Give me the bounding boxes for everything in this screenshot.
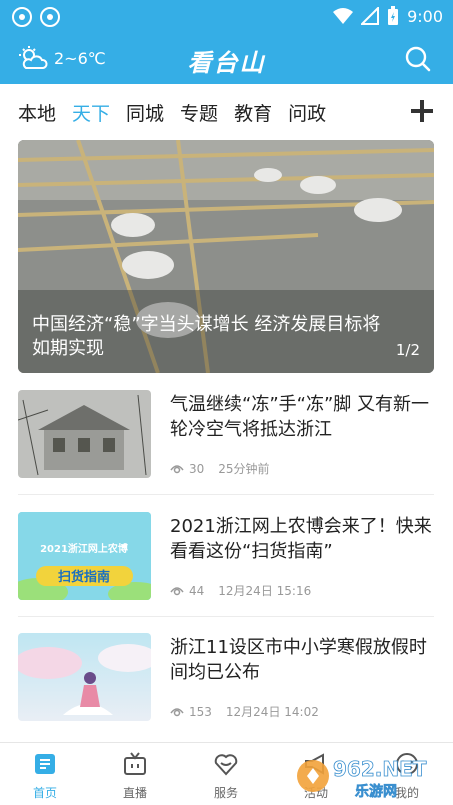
signal-icon bbox=[361, 7, 380, 25]
tv-icon bbox=[124, 752, 146, 775]
weather-temperature: 2~6℃ bbox=[54, 48, 106, 68]
news-item[interactable]: 气温继续“冻”手“冻”脚 又有新一轮冷空气将抵达浙江 30 25分钟前 bbox=[18, 390, 434, 500]
eye-icon bbox=[170, 464, 184, 473]
news-time: 12月24日 15:16 bbox=[218, 584, 312, 598]
news-title: 气温继续“冻”手“冻”脚 又有新一轮冷空气将抵达浙江 bbox=[170, 394, 430, 440]
watermark-subtitle: 乐游网 bbox=[355, 783, 397, 800]
divider bbox=[18, 616, 434, 617]
news-view-count: 30 bbox=[189, 461, 205, 476]
wifi-icon bbox=[333, 8, 354, 24]
tab-education[interactable]: 教育 bbox=[234, 99, 272, 126]
banner-pager: 1/2 bbox=[395, 341, 420, 359]
news-view-count: 44 bbox=[189, 583, 205, 598]
weather-widget[interactable]: 2~6℃ bbox=[18, 46, 106, 70]
news-title: 2021浙江网上农博会来了！快来看看这份“扫货指南” bbox=[170, 516, 432, 562]
banner-caption: 中国经济“稳”字当头谋增长 经济发展目标将如期实现 bbox=[32, 314, 381, 359]
status-time: 9:00 bbox=[407, 6, 443, 26]
site-watermark: 962.NET 乐游网 bbox=[297, 757, 427, 800]
news-view-count: 153 bbox=[189, 704, 212, 719]
eye-icon bbox=[170, 586, 184, 595]
nav-home[interactable]: 首页 bbox=[10, 751, 80, 801]
eye-icon bbox=[170, 707, 184, 716]
notification-icon bbox=[12, 7, 32, 27]
news-thumbnail: 2021浙江网上农博 扫货指南 bbox=[18, 512, 151, 600]
nav-label: 直播 bbox=[122, 786, 147, 800]
tab-local[interactable]: 本地 bbox=[18, 99, 56, 126]
news-time: 12月24日 14:02 bbox=[225, 705, 319, 719]
cloud-sun-icon bbox=[19, 46, 48, 69]
nav-label: 服务 bbox=[213, 786, 238, 800]
tab-city[interactable]: 同城 bbox=[126, 99, 164, 126]
home-icon bbox=[35, 754, 55, 774]
news-title: 浙江11设区市中小学寒假放假时间均已公布 bbox=[170, 637, 427, 683]
tab-world[interactable]: 天下 bbox=[72, 99, 110, 126]
search-icon[interactable] bbox=[405, 46, 431, 72]
nav-label: 首页 bbox=[32, 786, 57, 800]
news-thumbnail bbox=[18, 633, 151, 721]
watermark-brand: 962.NET bbox=[333, 757, 427, 781]
thumb-text-line1: 2021浙江网上农博 bbox=[40, 542, 128, 555]
add-channel-icon[interactable] bbox=[411, 100, 433, 122]
news-thumbnail bbox=[18, 390, 151, 478]
news-time: 25分钟前 bbox=[218, 462, 270, 476]
divider bbox=[18, 494, 434, 495]
app-header: 2~6℃ 看台山 bbox=[0, 34, 453, 84]
nav-service[interactable]: 服务 bbox=[191, 751, 261, 801]
notification-icon bbox=[40, 7, 60, 27]
heart-icon bbox=[214, 754, 238, 776]
status-bar: 9:00 bbox=[0, 0, 453, 34]
tab-politics[interactable]: 问政 bbox=[288, 99, 326, 126]
nav-live[interactable]: 直播 bbox=[100, 751, 170, 801]
news-item[interactable]: 2021浙江网上农博 扫货指南 2021浙江网上农博会来了！快来看看这份“扫货指… bbox=[18, 512, 434, 622]
channel-tabs: 本地 天下 同城 专题 教育 问政 bbox=[0, 84, 453, 140]
thumb-text-line2: 扫货指南 bbox=[58, 569, 110, 585]
headline-banner[interactable]: 中国经济“稳”字当头谋增长 经济发展目标将如期实现 1/2 bbox=[18, 140, 434, 373]
tab-topics[interactable]: 专题 bbox=[180, 99, 218, 126]
battery-icon bbox=[388, 6, 399, 25]
news-item[interactable]: 浙江11设区市中小学寒假放假时间均已公布 153 12月24日 14:02 bbox=[18, 633, 434, 743]
